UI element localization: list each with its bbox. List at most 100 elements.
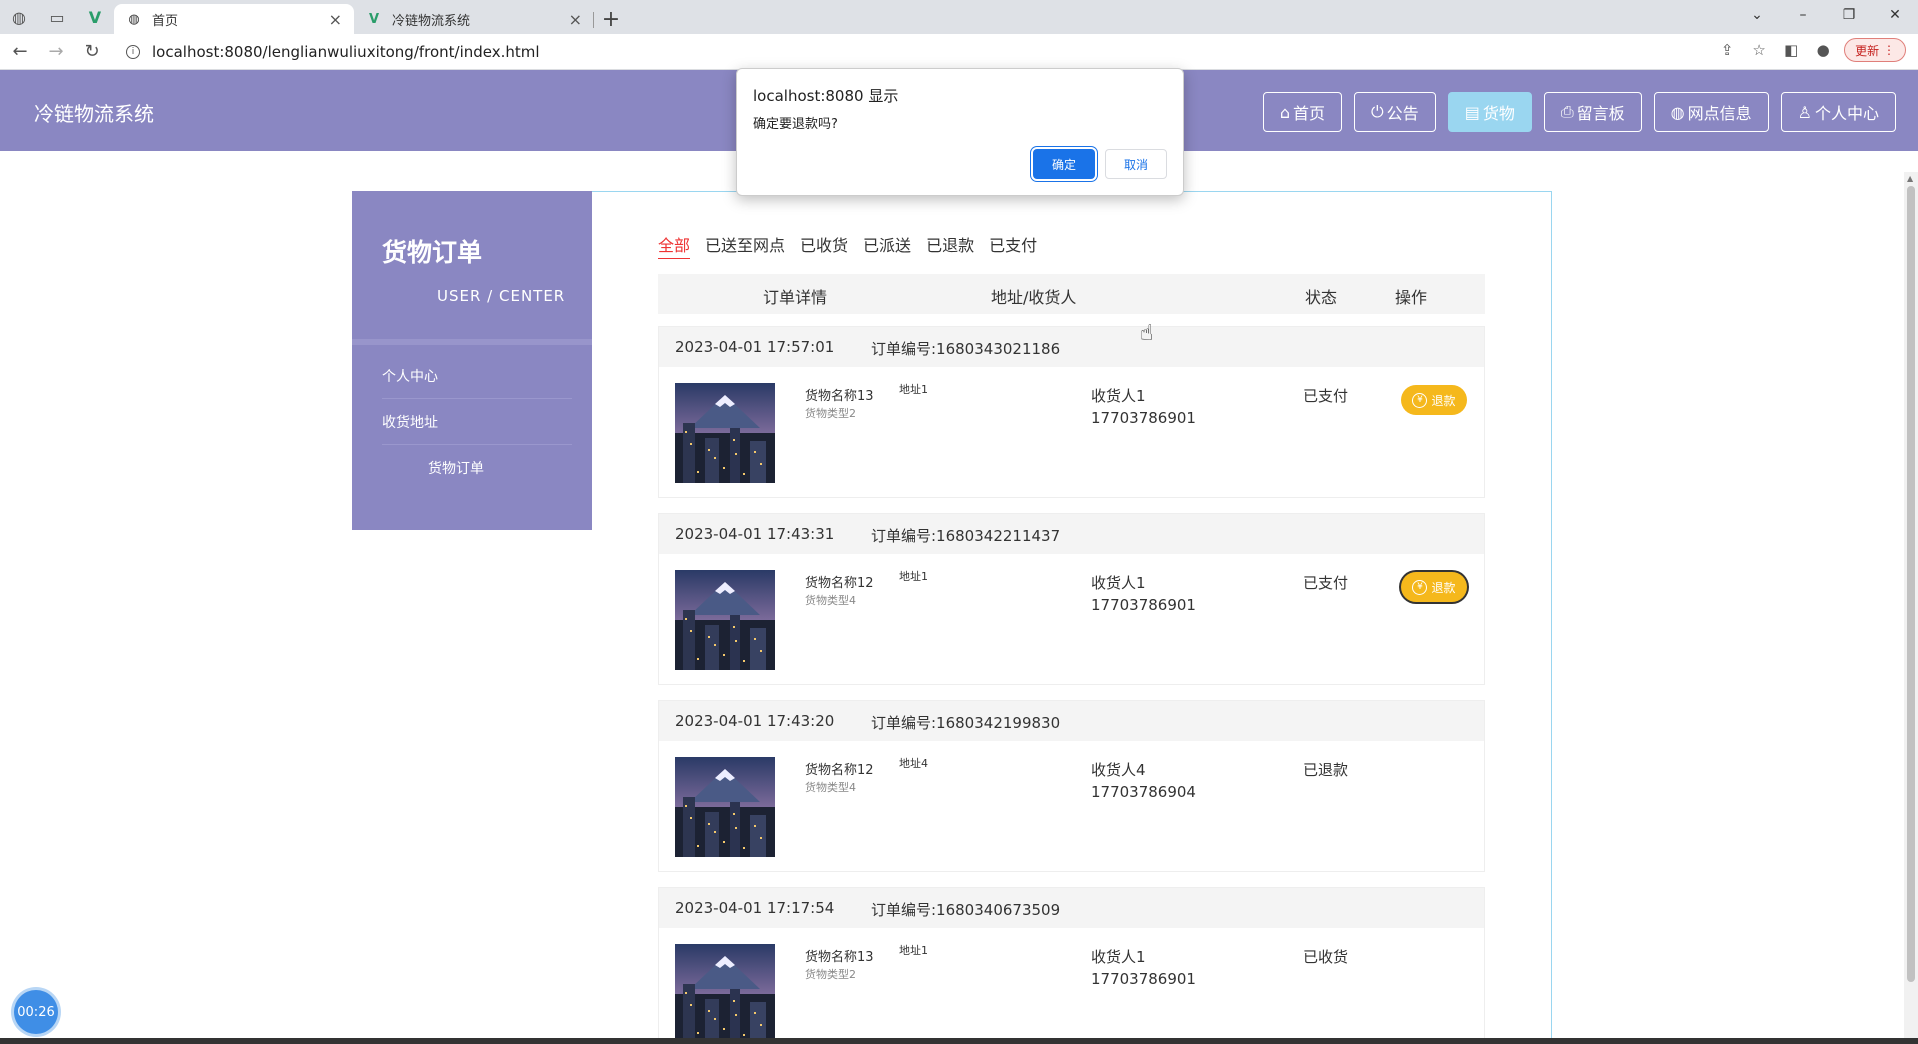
new-tab-button[interactable]: +	[594, 4, 628, 34]
goods-name: 货物名称12	[805, 576, 874, 591]
info-icon[interactable]: i	[126, 44, 140, 59]
receiver-name: 收货人4	[1091, 761, 1146, 779]
sidebar-subtitle: USER / CENTER	[437, 287, 566, 305]
browser-tab-home[interactable]: ◍ 首页 ×	[114, 4, 354, 34]
nav-item-5[interactable]: ♙ 个人中心	[1780, 92, 1896, 132]
nav-item-2[interactable]: ▤ 货物	[1447, 92, 1532, 132]
close-window-icon[interactable]: ✕	[1872, 0, 1918, 30]
goods-thumbnail[interactable]	[675, 383, 775, 483]
delivery-address: 地址4	[899, 757, 928, 770]
back-button[interactable]: ←	[4, 36, 36, 68]
arrow-right-icon: →	[48, 41, 64, 62]
sidebar-divider	[352, 339, 592, 345]
order-time: 2023-04-01 17:43:20	[675, 712, 835, 730]
minimize-icon[interactable]: –	[1780, 0, 1826, 30]
refund-button[interactable]: ¥ 退款	[1401, 572, 1467, 602]
recording-timer[interactable]: 00:26	[14, 990, 58, 1034]
profile-icon[interactable]: ●	[1812, 39, 1834, 61]
restore-icon[interactable]: ❐	[1826, 0, 1872, 30]
receiver-phone: 17703786901	[1091, 409, 1196, 427]
sidebar-item-address[interactable]: 收货地址	[382, 399, 572, 445]
nav-item-1[interactable]: ⏻ 公告	[1354, 92, 1436, 132]
close-icon[interactable]: ×	[329, 10, 342, 29]
browser-address-bar: ← → ↻ i localhost:8080/lenglianwuliuxito…	[0, 34, 1918, 70]
sidebar-item-orders[interactable]: 货物订单	[352, 445, 592, 491]
nav-label: 货物	[1482, 104, 1515, 123]
refund-label: 退款	[1431, 393, 1456, 408]
chevron-down-icon[interactable]: ⌄	[1734, 0, 1780, 30]
nav-label: 网点信息	[1687, 104, 1752, 123]
receiver-phone: 17703786904	[1091, 783, 1196, 801]
delivery-address: 地址1	[899, 570, 928, 583]
update-button[interactable]: 更新 ⋮	[1844, 38, 1906, 62]
nav-item-4[interactable]: ◍ 网点信息	[1653, 92, 1769, 132]
dialog-title: localhost:8080 显示	[753, 87, 899, 105]
print-icon: ⎙	[1560, 102, 1574, 121]
orders-panel: 全部 已送至网点 已收货 已派送 已退款 已支付 订单详情 地址/收货人 状态 操作 20…	[592, 191, 1552, 1044]
refund-button[interactable]: ¥ 退款	[1401, 385, 1467, 415]
order-row: 2023-04-01 17:43:31 订单编号:1680342211437 货物名…	[658, 513, 1485, 685]
scroll-up-icon[interactable]: ▲	[1907, 174, 1913, 183]
receiver-name: 收货人1	[1091, 387, 1146, 405]
filter-tab-0[interactable]: 全部	[658, 232, 691, 259]
nav-item-0[interactable]: ⌂ 首页	[1262, 92, 1343, 132]
forward-button[interactable]: →	[40, 36, 72, 68]
goods-type: 货物类型4	[805, 594, 856, 607]
order-status: 已支付	[1303, 574, 1349, 592]
pinned-tab-globe[interactable]: ◍	[0, 0, 38, 34]
receiver-phone: 17703786901	[1091, 596, 1196, 614]
star-icon[interactable]: ☆	[1748, 39, 1770, 61]
url-text: localhost:8080/lenglianwuliuxitong/front…	[152, 42, 540, 61]
blank-page-icon: ▭	[49, 7, 65, 27]
receiver-phone: 17703786901	[1091, 970, 1196, 988]
confirm-button[interactable]: 确定	[1033, 149, 1095, 179]
more-icon: ⋮	[1883, 43, 1895, 57]
url-field[interactable]: i localhost:8080/lenglianwuliuxitong/fro…	[116, 38, 1696, 66]
column-header-action: 操作	[1395, 288, 1428, 307]
tab-title: 冷链物流系统	[392, 13, 471, 29]
filter-tab-1[interactable]: 已送至网点	[705, 232, 785, 259]
confirm-dialog: localhost:8080 显示 确定要退款吗? 确定 取消	[736, 68, 1184, 196]
order-status: 已收货	[1303, 948, 1349, 966]
goods-thumbnail[interactable]	[675, 944, 775, 1044]
cancel-button[interactable]: 取消	[1105, 149, 1167, 179]
column-header-details: 订单详情	[763, 288, 828, 307]
order-number: 订单编号:1680342211437	[871, 527, 1061, 545]
filter-tab-4[interactable]: 已退款	[926, 232, 974, 259]
filter-tab-5[interactable]: 已支付	[989, 232, 1037, 259]
nav-item-3[interactable]: ⎙ 留言板	[1543, 92, 1642, 132]
window-controls: ⌄ – ❐ ✕	[1734, 0, 1918, 30]
dialog-message: 确定要退款吗?	[753, 117, 838, 132]
main-nav: ⌂ 首页 ⏻ 公告 ▤ 货物 ⎙ 留言板 ◍ 网点信息 ♙ 个人中心	[1262, 92, 1896, 132]
side-panel-icon[interactable]: ◧	[1780, 39, 1802, 61]
goods-thumbnail[interactable]	[675, 570, 775, 670]
receiver-name: 收货人1	[1091, 574, 1146, 592]
column-header-address: 地址/收货人	[991, 288, 1077, 307]
globe-icon: ◍	[12, 7, 26, 27]
user-sidebar: 货物订单 USER / CENTER 个人中心 收货地址 货物订单	[352, 191, 592, 530]
pinned-tab-vue[interactable]: V	[76, 0, 114, 34]
goods-type: 货物类型2	[805, 407, 856, 420]
scrollbar-thumb[interactable]	[1907, 186, 1915, 982]
yen-icon: ¥	[1412, 392, 1428, 408]
filter-tab-3[interactable]: 已派送	[863, 232, 911, 259]
pinned-tab-blank[interactable]: ▭	[38, 0, 76, 34]
browser-tab-system[interactable]: V 冷链物流系统 ×	[354, 4, 594, 34]
tab-title: 首页	[152, 13, 179, 29]
order-header: 2023-04-01 17:17:54 订单编号:1680340673509	[659, 888, 1484, 928]
page-scrollbar[interactable]: ▲	[1904, 172, 1918, 1044]
goods-thumbnail[interactable]	[675, 757, 775, 857]
order-time: 2023-04-01 17:43:31	[675, 525, 835, 543]
order-header: 2023-04-01 17:43:31 订单编号:1680342211437	[659, 514, 1484, 554]
share-icon[interactable]: ⇪	[1716, 39, 1738, 61]
order-header: 2023-04-01 17:43:20 订单编号:1680342199830	[659, 701, 1484, 741]
filter-tab-2[interactable]: 已收货	[800, 232, 848, 259]
site-title: 冷链物流系统	[34, 102, 154, 126]
order-row: 2023-04-01 17:17:54 订单编号:1680340673509 货物名…	[658, 887, 1485, 1044]
user-icon: ♙	[1797, 102, 1812, 122]
nav-label: 个人中心	[1814, 104, 1879, 123]
sidebar-item-profile[interactable]: 个人中心	[382, 353, 572, 399]
taskbar-strip	[0, 1038, 1918, 1044]
close-icon[interactable]: ×	[569, 10, 582, 29]
reload-button[interactable]: ↻	[76, 36, 108, 68]
